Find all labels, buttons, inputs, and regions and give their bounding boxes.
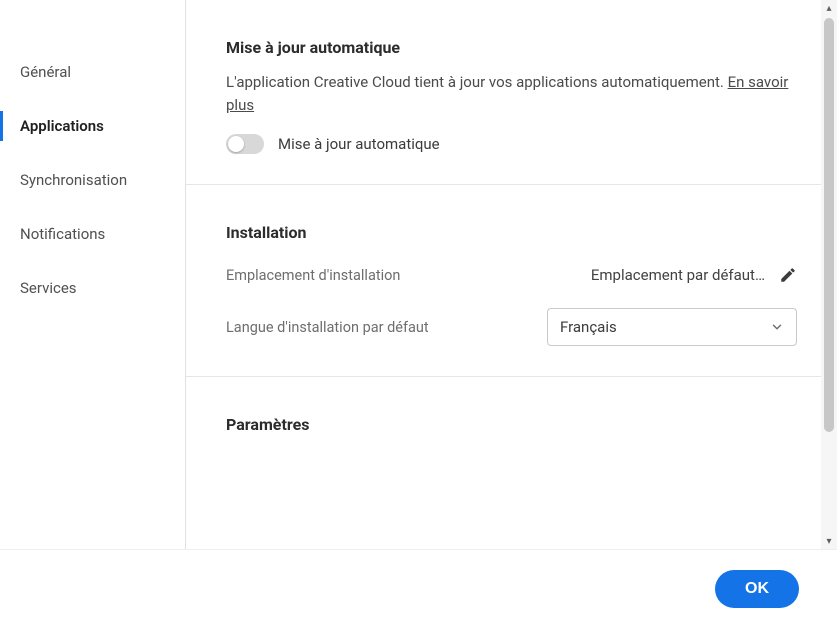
scroll-down-arrow[interactable]: ▾	[821, 533, 837, 549]
sidebar-item-label: Applications	[20, 117, 104, 135]
select-value: Français	[560, 318, 617, 336]
section-description: L'application Creative Cloud tient à jou…	[226, 71, 797, 116]
ok-button[interactable]: OK	[715, 570, 799, 608]
autoupdate-toggle[interactable]	[226, 134, 264, 154]
description-text: L'application Creative Cloud tient à jou…	[226, 73, 728, 91]
section-settings: Paramètres	[186, 377, 837, 508]
install-language-row: Langue d'installation par défaut Françai…	[226, 308, 797, 346]
sidebar-item-label: Général	[20, 63, 71, 81]
sidebar-item-applications[interactable]: Applications	[0, 99, 185, 153]
scroll-track[interactable]	[821, 16, 837, 533]
section-installation: Installation Emplacement d'installation …	[186, 185, 837, 377]
scroll-thumb[interactable]	[824, 18, 834, 432]
sidebar-item-services[interactable]: Services	[0, 261, 185, 315]
autoupdate-toggle-label: Mise à jour automatique	[278, 135, 440, 153]
sidebar-item-notifications[interactable]: Notifications	[0, 207, 185, 261]
scroll-up-arrow[interactable]: ▴	[821, 0, 837, 16]
vertical-scrollbar[interactable]: ▴ ▾	[821, 0, 837, 549]
edit-icon[interactable]	[779, 266, 797, 284]
sidebar-item-label: Synchronisation	[20, 171, 127, 189]
sidebar-item-synchronisation[interactable]: Synchronisation	[0, 153, 185, 207]
section-title: Paramètres	[226, 415, 797, 434]
install-language-label: Langue d'installation par défaut	[226, 319, 429, 336]
section-title: Installation	[226, 223, 797, 242]
install-location-label: Emplacement d'installation	[226, 267, 400, 284]
install-language-select[interactable]: Français	[547, 308, 797, 346]
install-location-text: Emplacement par défaut…	[591, 266, 765, 284]
section-title: Mise à jour automatique	[226, 38, 797, 57]
sidebar-item-label: Notifications	[20, 225, 105, 243]
install-location-row: Emplacement d'installation Emplacement p…	[226, 266, 797, 284]
chevron-down-icon	[770, 320, 784, 334]
content-pane: Mise à jour automatique L'application Cr…	[185, 0, 837, 549]
install-location-value: Emplacement par défaut…	[591, 266, 797, 284]
sidebar-item-general[interactable]: Général	[0, 45, 185, 99]
autoupdate-toggle-row: Mise à jour automatique	[226, 134, 797, 154]
sidebar: Général Applications Synchronisation Not…	[0, 0, 185, 549]
sidebar-item-label: Services	[20, 279, 77, 297]
section-autoupdate: Mise à jour automatique L'application Cr…	[186, 0, 837, 185]
footer: OK	[0, 549, 837, 627]
